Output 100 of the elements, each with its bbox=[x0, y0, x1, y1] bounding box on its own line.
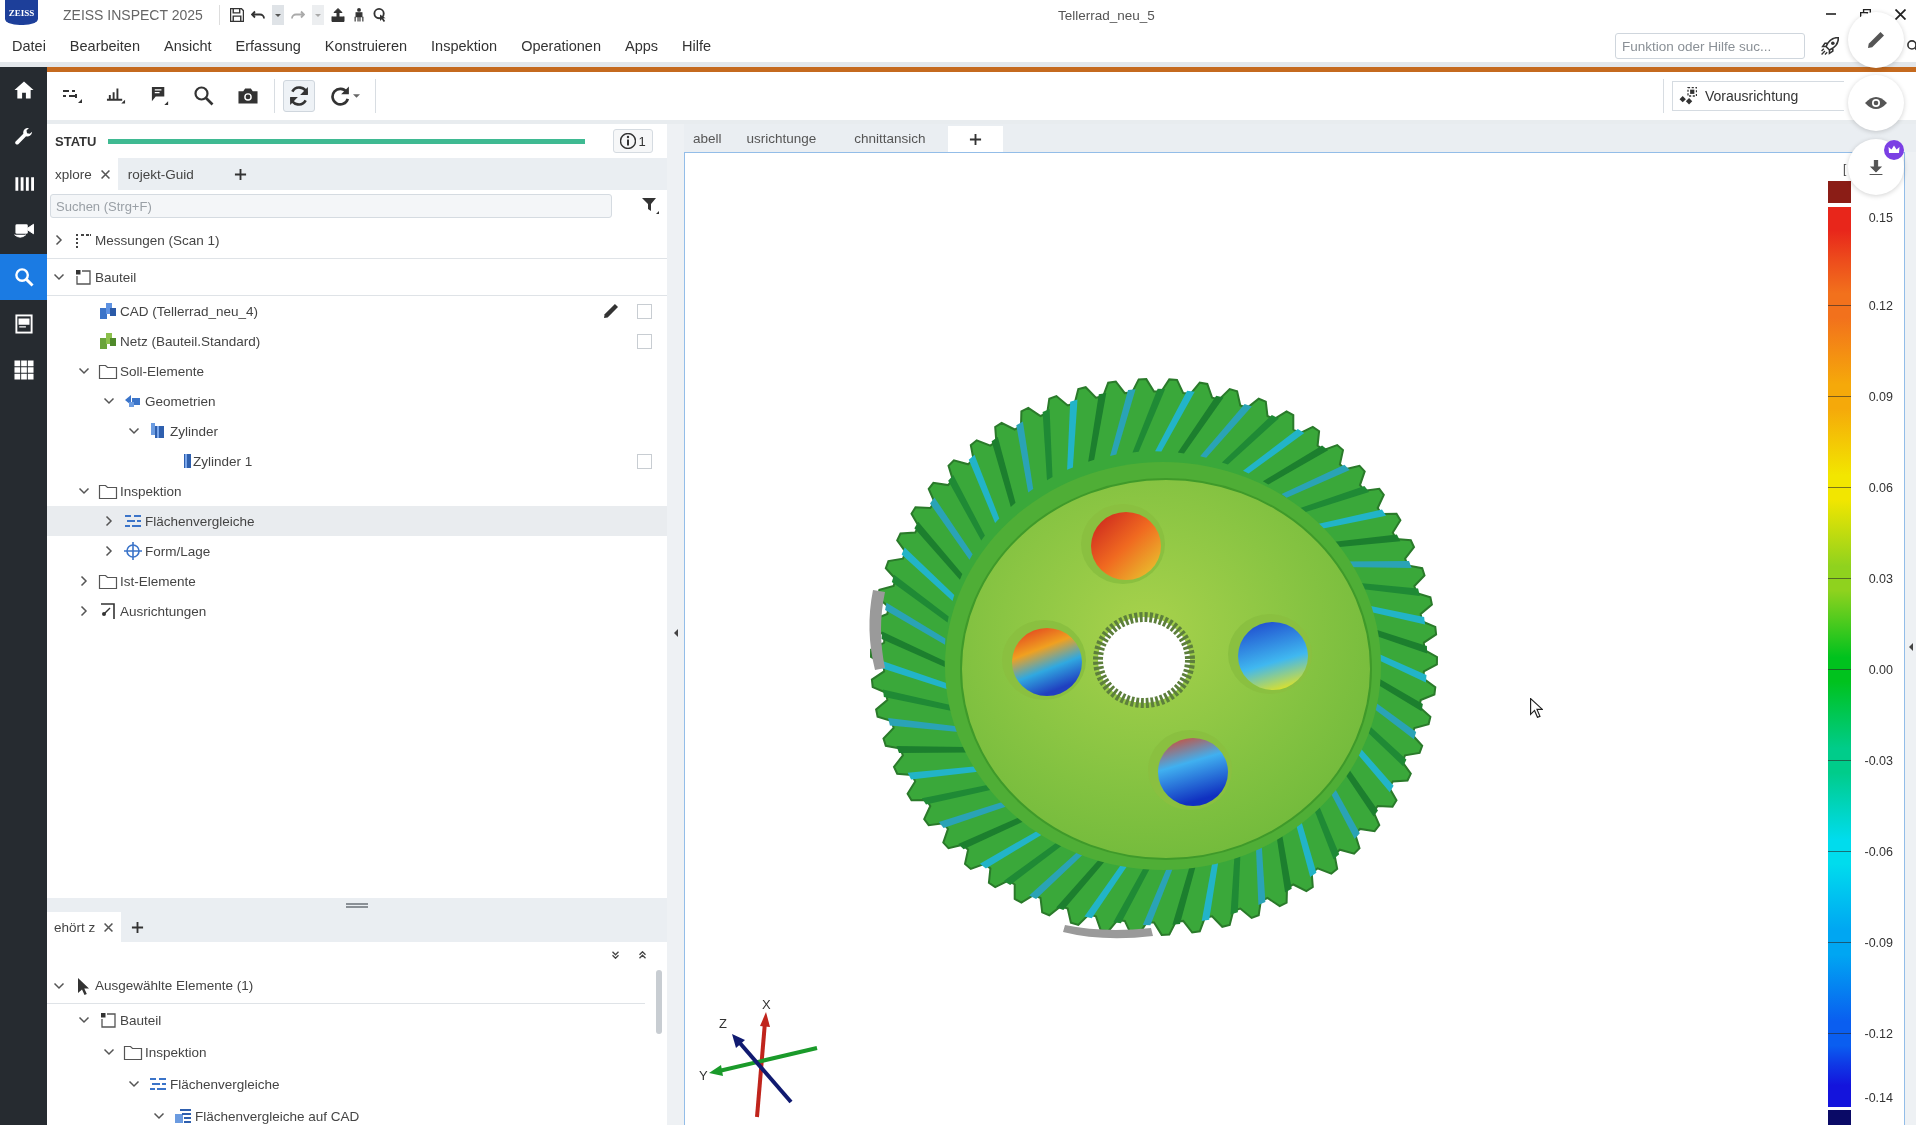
tree-row[interactable]: Ist-Elemente bbox=[47, 566, 667, 596]
tree-row[interactable]: Ausgewählte Elemente (1) bbox=[47, 968, 645, 1004]
left-triangle-icon[interactable] bbox=[673, 628, 678, 637]
chevron-icon[interactable] bbox=[153, 1110, 165, 1122]
menu-item[interactable]: Erfassung bbox=[223, 38, 313, 54]
sidebar-button[interactable] bbox=[0, 253, 47, 301]
info-button[interactable]: 1 bbox=[613, 129, 653, 153]
chevron-icon[interactable] bbox=[78, 485, 90, 497]
rocket-icon[interactable] bbox=[1821, 37, 1839, 55]
checkbox[interactable] bbox=[637, 453, 652, 469]
menu-item[interactable]: Operationen bbox=[509, 38, 613, 54]
tree-label: Zylinder 1 bbox=[193, 453, 253, 469]
tree-row[interactable]: Form/Lage bbox=[47, 536, 667, 566]
view-tab[interactable]: chnittansich bbox=[854, 124, 926, 152]
search-icon[interactable] bbox=[1907, 39, 1916, 53]
chevron-icon[interactable] bbox=[78, 365, 90, 377]
scale-label: -0.12 bbox=[1863, 1025, 1893, 1042]
chevron-icon[interactable] bbox=[103, 545, 115, 557]
tree-row[interactable]: Soll-Elemente bbox=[47, 356, 667, 386]
undo-icon[interactable] bbox=[250, 8, 265, 22]
close-icon[interactable] bbox=[1895, 8, 1906, 20]
chevron-icon[interactable] bbox=[103, 1046, 115, 1058]
save-icon[interactable] bbox=[229, 8, 244, 22]
tree-row[interactable]: Messungen (Scan 1) bbox=[47, 222, 667, 259]
blocks-icon bbox=[98, 331, 118, 351]
chevron-icon[interactable] bbox=[103, 515, 115, 527]
view-button[interactable] bbox=[1848, 75, 1904, 131]
document-icon bbox=[13, 313, 34, 334]
chevron-icon[interactable] bbox=[53, 271, 65, 283]
menu-item[interactable]: Apps bbox=[613, 38, 671, 54]
tree-row[interactable]: Flächenvergleiche auf CAD bbox=[47, 1100, 645, 1125]
scale-label: 0.15 bbox=[1867, 210, 1893, 226]
double-chevron-up-icon[interactable] bbox=[639, 951, 646, 959]
menu-item[interactable]: Konstruieren bbox=[312, 38, 420, 54]
close-icon[interactable] bbox=[100, 169, 110, 179]
pencil-icon[interactable] bbox=[604, 304, 618, 318]
menu-item[interactable]: Ansicht bbox=[152, 38, 224, 54]
tree-row[interactable]: Netz (Bauteil.Standard) bbox=[47, 326, 667, 356]
tree-label: Messungen (Scan 1) bbox=[95, 232, 220, 248]
search-field[interactable]: Suchen (Strg+F) bbox=[50, 194, 612, 218]
panel-tab[interactable]: xplore bbox=[47, 158, 118, 190]
panel-tab[interactable]: ehört z bbox=[47, 912, 122, 942]
tree-row[interactable]: Bauteil bbox=[47, 259, 667, 296]
cursor-search-icon[interactable] bbox=[372, 8, 387, 22]
tree-label: Soll-Elemente bbox=[120, 363, 205, 379]
axis-label: Z bbox=[719, 1016, 727, 1031]
tree-row[interactable]: Zylinder 1 bbox=[47, 446, 667, 476]
chevron-icon[interactable] bbox=[128, 425, 140, 437]
menu-item[interactable]: Bearbeiten bbox=[57, 38, 152, 54]
tree-row[interactable]: Flächenvergleiche bbox=[47, 1068, 645, 1100]
toolbar-button[interactable] bbox=[283, 80, 315, 112]
help-search-field[interactable]: Funktion oder Hilfe suc... bbox=[1615, 33, 1805, 59]
tree-label: Flächenvergleiche bbox=[170, 1076, 280, 1092]
scrollbar[interactable] bbox=[656, 970, 662, 1034]
panel-tab[interactable]: rojekt-Guid bbox=[119, 158, 202, 190]
refresh-icon bbox=[289, 86, 309, 106]
checkbox[interactable] bbox=[637, 303, 652, 319]
menu-item[interactable]: Hilfe bbox=[670, 38, 724, 54]
splitter-handle[interactable] bbox=[346, 902, 368, 908]
tree-row[interactable]: Bauteil bbox=[47, 1004, 645, 1036]
chevron-icon[interactable] bbox=[78, 575, 90, 587]
tree-label: Netz (Bauteil.Standard) bbox=[120, 333, 261, 349]
info-icon bbox=[620, 133, 637, 149]
tree-label: Inspektion bbox=[145, 1044, 207, 1060]
camera-icon bbox=[238, 86, 258, 106]
tree-label: Ausrichtungen bbox=[120, 603, 207, 619]
menu-item[interactable]: Datei bbox=[0, 38, 58, 54]
tree-row[interactable]: Zylinder bbox=[47, 416, 667, 446]
tree-row[interactable]: CAD (Tellerrad_neu_4) bbox=[47, 296, 667, 326]
tree-label: Bauteil bbox=[95, 269, 137, 285]
tree-row[interactable]: Inspektion bbox=[47, 1036, 645, 1068]
tree-row[interactable]: Ausrichtungen bbox=[47, 596, 667, 626]
caret-icon[interactable] bbox=[271, 5, 284, 25]
scale-label: 0.06 bbox=[1867, 479, 1893, 496]
close-icon[interactable] bbox=[104, 922, 114, 932]
chevron-icon[interactable] bbox=[53, 234, 65, 246]
view-tab[interactable]: usrichtunge bbox=[746, 124, 817, 152]
add-tab-icon[interactable] bbox=[131, 920, 145, 934]
edit-button[interactable] bbox=[1848, 12, 1904, 68]
menu-item[interactable]: Inspektion bbox=[419, 38, 510, 54]
tree-row[interactable]: Inspektion bbox=[47, 476, 667, 506]
filter-icon[interactable] bbox=[642, 198, 659, 214]
chevron-icon[interactable] bbox=[78, 605, 90, 617]
tree-row[interactable]: Geometrien bbox=[47, 386, 667, 416]
tree-row[interactable]: Flächenvergleiche bbox=[47, 506, 667, 536]
chevron-icon[interactable] bbox=[78, 1014, 90, 1026]
view-tab[interactable]: abell bbox=[693, 124, 722, 152]
person-icon[interactable] bbox=[351, 8, 366, 22]
add-tab-icon[interactable] bbox=[233, 167, 247, 181]
tree-label: Ausgewählte Elemente (1) bbox=[95, 978, 254, 993]
axis-label: X bbox=[762, 997, 771, 1012]
add-view-button[interactable] bbox=[947, 126, 1003, 152]
left-triangle-icon[interactable] bbox=[1908, 642, 1913, 651]
checkbox[interactable] bbox=[637, 333, 652, 349]
chevron-icon[interactable] bbox=[128, 1078, 140, 1090]
scale-unit: [ bbox=[1843, 162, 1847, 176]
chevron-icon[interactable] bbox=[103, 395, 115, 407]
upload-icon[interactable] bbox=[330, 8, 345, 22]
double-chevron-down-icon[interactable] bbox=[612, 951, 619, 959]
alignment-dropdown[interactable]: Vorausrichtung bbox=[1672, 81, 1844, 111]
